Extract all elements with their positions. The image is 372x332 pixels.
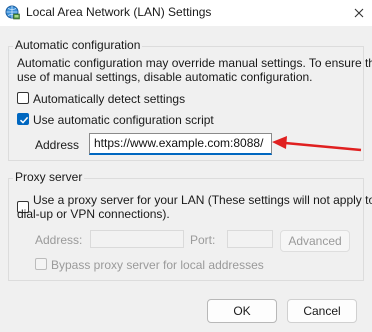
proxy-port-input[interactable] [227, 230, 273, 248]
config-address-input[interactable]: https://www.example.com:8088/ [89, 133, 272, 155]
bypass-local-label[interactable]: Bypass proxy server for local addresses [51, 258, 264, 272]
close-icon [354, 8, 364, 18]
window-title: Local Area Network (LAN) Settings [26, 5, 212, 19]
config-address-label: Address [35, 138, 80, 152]
lan-settings-dialog: Local Area Network (LAN) Settings Automa… [0, 0, 372, 332]
proxy-address-label: Address: [35, 233, 83, 247]
detect-settings-checkbox[interactable] [17, 92, 29, 104]
checkmark-icon [19, 116, 29, 124]
title-bar: Local Area Network (LAN) Settings [0, 0, 372, 26]
proxy-port-label: Port: [190, 233, 216, 247]
proxy-address-input[interactable] [90, 230, 184, 248]
automatic-configuration-label: Automatic configuration [13, 38, 143, 52]
use-proxy-label-line2[interactable]: dial-up or VPN connections). [17, 207, 170, 221]
network-globe-icon [5, 5, 20, 20]
bypass-local-checkbox[interactable] [35, 258, 47, 270]
cancel-button[interactable]: Cancel [287, 299, 357, 323]
ok-button[interactable]: OK [207, 299, 277, 323]
auto-config-description-line2: use of manual settings, disable automati… [17, 70, 313, 84]
detect-settings-label[interactable]: Automatically detect settings [33, 92, 185, 106]
close-button[interactable] [346, 0, 372, 26]
auto-config-description-line1: Automatic configuration may override man… [17, 56, 372, 70]
use-config-script-checkbox[interactable] [17, 113, 29, 125]
proxy-server-label: Proxy server [13, 170, 85, 184]
use-proxy-label-line1[interactable]: Use a proxy server for your LAN (These s… [33, 193, 372, 207]
advanced-button[interactable]: Advanced [280, 230, 350, 252]
use-config-script-label[interactable]: Use automatic configuration script [33, 113, 214, 127]
